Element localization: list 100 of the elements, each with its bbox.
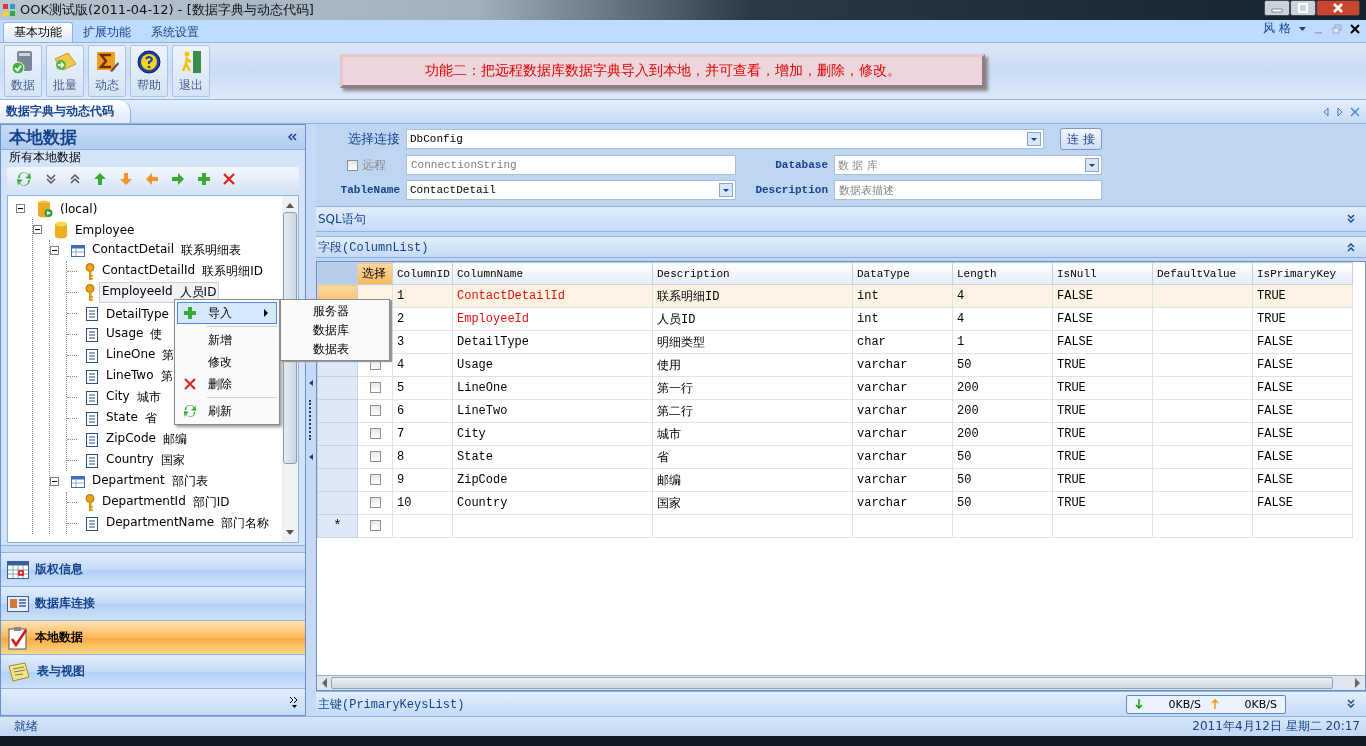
tree-item[interactable]: ContactDetailId 联系明细ID [99,261,266,282]
menu-item[interactable]: 新增 [177,329,277,351]
column-header[interactable]: Length [952,262,1053,285]
row-checkbox[interactable] [369,428,381,440]
row-checkbox[interactable] [369,497,381,509]
expand-icon[interactable] [1346,699,1356,709]
table-cell: varchar [852,445,953,469]
collapse-left-icon[interactable] [309,454,313,460]
row-checkbox[interactable] [369,382,381,394]
grip-dots[interactable] [309,400,313,440]
remote-checkbox[interactable] [347,159,358,171]
tree-item[interactable]: (local) [57,199,101,218]
column-header[interactable]: ColumnID [392,262,453,285]
collapse-icon[interactable] [1346,242,1356,252]
menu-item[interactable]: 数据库 [281,321,389,340]
document-tab[interactable]: 数据字典与动态代码 [0,100,131,123]
server-icon [37,199,53,218]
menu-tab[interactable]: 系统设置 [141,22,209,42]
row-checkbox[interactable] [369,474,381,486]
nav-button[interactable]: 版权信息 [1,552,305,586]
more-icon[interactable] [289,696,299,708]
tree-item[interactable]: State 省 [103,408,160,429]
nav-button[interactable]: 表与视图 [1,654,305,688]
column-icon [85,327,99,342]
menu-item[interactable]: 刷新 [177,400,277,422]
row-checkbox[interactable] [369,520,381,532]
tree-item[interactable]: Usage 使 [103,324,166,345]
dropdown-icon[interactable] [1299,26,1306,31]
column-header[interactable]: 选择 [357,262,393,285]
table-name-dropdown[interactable]: ContactDetail [406,180,736,200]
move-up-icon[interactable] [93,172,107,186]
menu-item[interactable]: 数据表 [281,340,389,359]
scroll-thumb[interactable] [331,677,1333,689]
tree-item[interactable]: Country 国家 [103,450,188,471]
delete-icon [184,378,196,390]
connection-string-field[interactable]: ConnectionString [406,155,736,175]
connection-dropdown[interactable]: DbConfig [406,129,1044,149]
close-icon[interactable] [1316,0,1360,16]
refresh-icon[interactable] [15,170,33,188]
scroll-left-icon[interactable] [1322,106,1330,117]
menu-item[interactable]: 删除 [177,373,277,395]
nav-button[interactable]: 数据库连接 [1,586,305,620]
expand-toggle[interactable] [50,477,59,486]
database-dropdown[interactable]: 数 据 库 [834,155,1102,175]
toolbar-button[interactable]: 动态 [88,45,126,97]
delete-icon[interactable] [223,173,235,185]
expand-icon[interactable] [1346,214,1356,224]
menu-item[interactable]: 修改 [177,351,277,373]
menu-tab[interactable]: 扩展功能 [73,22,141,42]
close-icon[interactable] [1350,23,1360,34]
column-header[interactable]: DataType [852,262,953,285]
expand-toggle[interactable] [16,204,25,213]
tree-item[interactable]: ContactDetail 联系明细表 [89,240,245,261]
tree-item[interactable]: DepartmentId 部门ID [99,492,233,513]
collapse-icon[interactable] [287,132,297,142]
scroll-down-icon[interactable] [285,530,295,536]
column-header[interactable]: IsNull [1052,262,1153,285]
scroll-right-icon[interactable] [1336,106,1344,117]
menu-item[interactable]: 服务器 [281,302,389,321]
menu-item[interactable]: 导入 [177,302,277,324]
tree-item[interactable]: EmployeeId 人员ID [99,282,220,303]
column-header[interactable]: DefaultValue [1152,262,1253,285]
column-header[interactable]: ColumnName [452,262,653,285]
row-checkbox[interactable] [369,405,381,417]
column-header[interactable]: IsPrimaryKey [1252,262,1353,285]
toolbar-button[interactable]: 退出 [172,45,210,97]
maximize-icon[interactable] [1290,0,1316,16]
scroll-right-icon[interactable] [1355,678,1361,688]
style-menu[interactable]: 风 格 [1263,20,1291,37]
expand-toggle[interactable] [50,246,59,255]
minimize-icon[interactable] [1264,0,1290,16]
scroll-up-icon[interactable] [285,202,295,208]
toolbar-button[interactable]: 数据 [4,45,42,97]
scroll-left-icon[interactable] [321,678,327,688]
tree-item[interactable]: LineOne 第 [103,345,178,366]
nav-button[interactable]: 本地数据 [1,620,305,654]
add-icon[interactable] [197,172,211,186]
expand-toggle[interactable] [33,225,42,234]
toolbar-button[interactable]: 批量 [46,45,84,97]
connect-button[interactable]: 连 接 [1060,128,1102,150]
tree-item[interactable]: Employee [72,220,138,239]
row-checkbox[interactable] [369,359,381,371]
expand-all-icon[interactable] [45,173,57,185]
tree-item[interactable]: Department 部门表 [89,471,211,492]
column-icon [85,306,99,321]
collapse-all-icon[interactable] [69,173,81,185]
tree-item[interactable]: LineTwo 第 [103,366,176,387]
toolbar-button[interactable]: 帮助 [130,45,168,97]
table-cell: 联系明细ID [652,284,853,308]
menu-tab[interactable]: 基本功能 [3,22,73,42]
horizontal-scrollbar[interactable] [317,675,1365,690]
move-right-icon[interactable] [171,172,185,186]
tree-item[interactable]: DetailType [103,304,172,323]
tree-item[interactable]: ZipCode 邮编 [103,429,190,450]
description-field[interactable]: 数据表描述 [834,180,1102,200]
row-checkbox[interactable] [369,451,381,463]
tree-item[interactable]: DepartmentName 部门名称 [103,513,273,534]
tree-item[interactable]: City 城市 [103,387,164,408]
collapse-left-icon[interactable] [309,380,313,386]
column-header[interactable]: Description [652,262,853,285]
